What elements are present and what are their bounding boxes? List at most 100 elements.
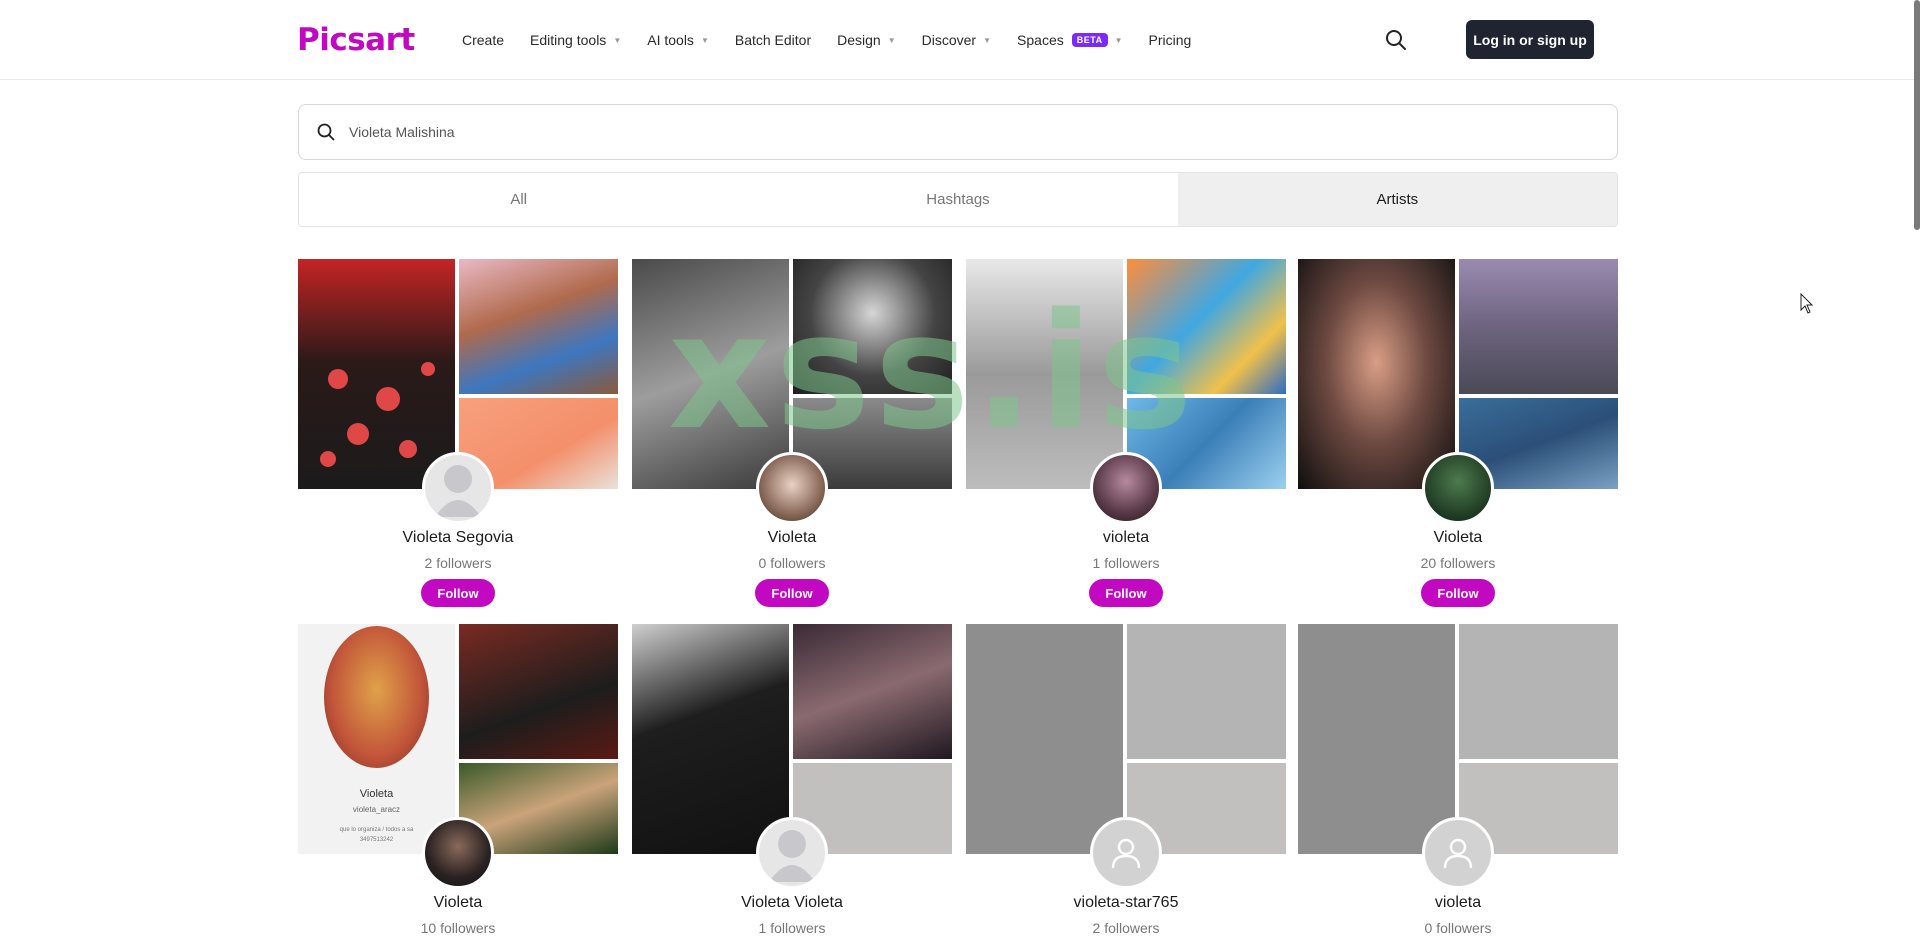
follow-button[interactable]: Follow <box>421 579 495 607</box>
collage-caption-handle: violeta_aracz <box>352 805 401 814</box>
caret-down-icon: ▼ <box>983 35 992 45</box>
tab-hashtags[interactable]: Hashtags <box>738 173 1177 226</box>
photo-thumbnail <box>1127 259 1286 394</box>
photo-thumbnail: Violeta violeta_aracz que lo organiza / … <box>298 624 455 854</box>
follower-count: 0 followers <box>758 555 826 571</box>
artist-card[interactable]: Violeta 0 followers Follow <box>632 259 952 607</box>
tab-all[interactable]: All <box>299 173 738 226</box>
floral-pattern <box>320 362 435 467</box>
follow-button[interactable]: Follow <box>1089 579 1163 607</box>
caret-down-icon: ▼ <box>1114 35 1123 45</box>
photo-collage[interactable] <box>1298 624 1618 889</box>
nav-batch-editor[interactable]: Batch Editor <box>735 32 811 48</box>
artist-name[interactable]: Violeta <box>632 529 952 547</box>
artist-name[interactable]: violeta-star765 <box>966 894 1286 912</box>
artist-card[interactable]: violeta 1 followers Follow <box>966 259 1286 607</box>
beta-badge: BETA <box>1071 33 1108 47</box>
avatar[interactable] <box>422 817 494 889</box>
nav-ai-tools[interactable]: AI tools ▼ <box>647 32 709 48</box>
avatar[interactable] <box>1090 817 1162 889</box>
artist-name[interactable]: violeta <box>1298 894 1618 912</box>
search-bar <box>298 104 1618 160</box>
photo-thumbnail <box>1298 259 1455 489</box>
nav-label: Editing tools <box>530 32 607 48</box>
search-icon <box>317 123 335 141</box>
avatar[interactable] <box>756 452 828 524</box>
artist-name[interactable]: Violeta Segovia <box>298 529 618 547</box>
nav-spaces[interactable]: Spaces BETA ▼ <box>1017 32 1122 48</box>
tab-artists[interactable]: Artists <box>1177 173 1617 226</box>
photo-collage[interactable] <box>632 624 952 889</box>
photo-collage[interactable] <box>632 259 952 524</box>
artist-card[interactable]: violeta-star765 2 followers <box>966 624 1286 936</box>
follow-button[interactable]: Follow <box>755 579 829 607</box>
artist-card[interactable]: violeta 0 followers <box>1298 624 1618 936</box>
artist-card[interactable]: Violeta 20 followers Follow <box>1298 259 1618 607</box>
search-icon[interactable] <box>1385 29 1407 51</box>
avatar[interactable] <box>1090 452 1162 524</box>
nav-discover[interactable]: Discover ▼ <box>922 32 991 48</box>
nav-label: Spaces <box>1017 32 1064 48</box>
nav-pricing[interactable]: Pricing <box>1149 32 1192 48</box>
default-avatar-icon <box>769 830 815 882</box>
page-scrollbar[interactable] <box>1914 0 1920 230</box>
photo-collage[interactable]: Violeta violeta_aracz que lo organiza / … <box>298 624 618 889</box>
photo-thumbnail <box>793 259 952 394</box>
photo-thumbnail <box>632 259 789 489</box>
main-nav: Create Editing tools ▼ AI tools ▼ Batch Ed… <box>462 0 1191 80</box>
nav-editing-tools[interactable]: Editing tools ▼ <box>530 32 621 48</box>
avatar[interactable] <box>756 817 828 889</box>
avatar[interactable] <box>1422 817 1494 889</box>
user-icon <box>1111 838 1141 869</box>
profile-oval-image <box>324 626 429 768</box>
nav-label: Create <box>462 32 505 48</box>
artist-card[interactable]: Violeta Violeta 1 followers <box>632 624 952 936</box>
photo-thumbnail <box>459 624 618 759</box>
follower-count: 1 followers <box>1092 555 1160 571</box>
photo-thumbnail <box>298 259 455 489</box>
nav-label: Design <box>837 32 881 48</box>
caret-down-icon: ▼ <box>700 35 709 45</box>
artist-name[interactable]: Violeta <box>298 894 618 912</box>
mouse-cursor-icon <box>1800 293 1814 314</box>
artist-card[interactable]: Violeta violeta_aracz que lo organiza / … <box>298 624 618 936</box>
nav-design[interactable]: Design ▼ <box>837 32 896 48</box>
nav-label: Batch Editor <box>734 32 812 48</box>
nav-label: Pricing <box>1148 32 1192 48</box>
follower-count: 0 followers <box>1424 920 1492 936</box>
follower-count: 1 followers <box>758 920 826 936</box>
photo-placeholder <box>1127 624 1286 759</box>
nav-label: Discover <box>921 32 977 48</box>
follow-button[interactable]: Follow <box>1421 579 1495 607</box>
follower-count: 20 followers <box>1420 555 1496 571</box>
follower-count: 2 followers <box>424 555 492 571</box>
photo-placeholder <box>1298 624 1455 854</box>
photo-thumbnail <box>966 259 1123 489</box>
collage-caption-name: Violeta <box>359 788 394 800</box>
avatar[interactable] <box>422 452 494 524</box>
artist-card[interactable]: Violeta Segovia 2 followers Follow <box>298 259 618 607</box>
follower-count: 2 followers <box>1092 920 1160 936</box>
artist-name[interactable]: Violeta Violeta <box>632 894 952 912</box>
artist-name[interactable]: violeta <box>966 529 1286 547</box>
photo-thumbnail <box>1459 259 1618 394</box>
photo-collage[interactable] <box>966 624 1286 889</box>
caret-down-icon: ▼ <box>887 35 896 45</box>
photo-thumbnail <box>459 259 618 394</box>
photo-collage[interactable] <box>298 259 618 524</box>
photo-collage[interactable] <box>1298 259 1618 524</box>
photo-collage[interactable] <box>966 259 1286 524</box>
nav-create[interactable]: Create <box>462 32 504 48</box>
default-avatar-icon <box>435 465 481 517</box>
photo-placeholder <box>1459 624 1618 759</box>
artist-name[interactable]: Violeta <box>1298 529 1618 547</box>
search-tabs: All Hashtags Artists <box>298 172 1618 227</box>
photo-thumbnail <box>632 624 789 854</box>
picsart-logo[interactable]: Picsart <box>297 22 415 58</box>
login-signup-button[interactable]: Log in or sign up <box>1466 20 1594 59</box>
search-input[interactable] <box>349 124 1549 140</box>
photo-placeholder <box>966 624 1123 854</box>
avatar[interactable] <box>1422 452 1494 524</box>
user-icon <box>1443 838 1473 869</box>
follower-count: 10 followers <box>420 920 496 936</box>
